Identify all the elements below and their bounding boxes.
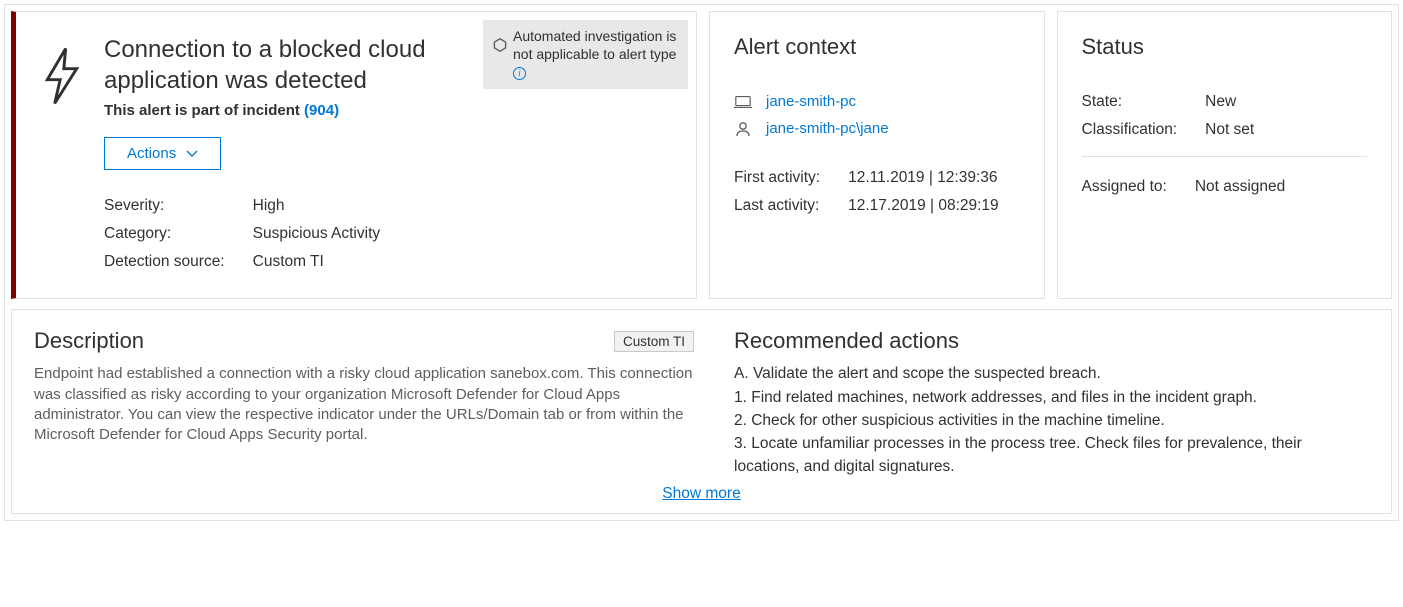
- alert-properties: Severity: High Category: Suspicious Acti…: [104, 192, 380, 276]
- status-assigned-block: Assigned to: Not assigned: [1082, 173, 1286, 201]
- hexagon-icon: [493, 38, 507, 57]
- assigned-label: Assigned to:: [1082, 173, 1195, 201]
- first-activity-value: 12.11.2019 | 12:39:36: [848, 164, 999, 192]
- description-text: Endpoint had established a connection wi…: [34, 364, 694, 445]
- incident-line: This alert is part of incident (904): [104, 102, 672, 119]
- recommended-item: 1. Find related machines, network addres…: [734, 386, 1369, 409]
- recommended-item: 3. Locate unfamiliar processes in the pr…: [734, 432, 1369, 479]
- detection-source-label: Detection source:: [104, 248, 253, 276]
- last-activity-label: Last activity:: [734, 192, 848, 220]
- alert-summary-card: Connection to a blocked cloud applicatio…: [11, 11, 697, 299]
- alert-title: Connection to a blocked cloud applicatio…: [104, 34, 434, 96]
- severity-label: Severity:: [104, 192, 253, 220]
- status-card: Status State: New Classification: Not se…: [1057, 11, 1393, 299]
- chevron-down-icon: [186, 145, 198, 162]
- status-divider: [1082, 156, 1368, 157]
- description-heading: Description: [34, 328, 144, 354]
- category-value: Suspicious Activity: [253, 220, 381, 248]
- ai-banner-text: Automated investigation is not applicabl…: [513, 28, 676, 62]
- category-label: Category:: [104, 220, 253, 248]
- description-recommended-card: Description Custom TI Endpoint had estab…: [11, 309, 1392, 513]
- classification-label: Classification:: [1082, 116, 1206, 144]
- user-icon: [734, 121, 752, 137]
- incident-prefix: This alert is part of incident: [104, 102, 304, 119]
- detection-source-value: Custom TI: [253, 248, 381, 276]
- alert-detail-page: Connection to a blocked cloud applicatio…: [4, 4, 1399, 521]
- state-value: New: [1205, 88, 1254, 116]
- assigned-value: Not assigned: [1195, 173, 1285, 201]
- first-activity-label: First activity:: [734, 164, 848, 192]
- last-activity-value: 12.17.2019 | 08:29:19: [848, 192, 999, 220]
- show-more-link[interactable]: Show more: [34, 479, 1369, 505]
- alert-context-heading: Alert context: [734, 34, 1020, 60]
- incident-link[interactable]: (904): [304, 102, 339, 119]
- description-column: Description Custom TI Endpoint had estab…: [34, 328, 694, 478]
- state-label: State:: [1082, 88, 1206, 116]
- lightning-icon: [40, 34, 88, 276]
- status-state-block: State: New Classification: Not set: [1082, 88, 1255, 144]
- actions-button[interactable]: Actions: [104, 137, 221, 170]
- actions-label: Actions: [127, 145, 176, 162]
- recommended-heading: Recommended actions: [734, 328, 1369, 354]
- context-user-link[interactable]: jane-smith-pc\jane: [766, 120, 889, 137]
- recommended-item: A. Validate the alert and scope the susp…: [734, 362, 1369, 385]
- context-user-row: jane-smith-pc\jane: [734, 115, 1020, 142]
- device-icon: [734, 95, 752, 109]
- recommended-list: A. Validate the alert and scope the susp…: [734, 362, 1369, 478]
- recommended-column: Recommended actions A. Validate the aler…: [734, 328, 1369, 478]
- recommended-item: 2. Check for other suspicious activities…: [734, 409, 1369, 432]
- severity-value: High: [253, 192, 381, 220]
- automated-investigation-banner: Automated investigation is not applicabl…: [483, 20, 688, 89]
- activity-block: First activity: 12.11.2019 | 12:39:36 La…: [734, 164, 999, 220]
- classification-value: Not set: [1205, 116, 1254, 144]
- top-row: Connection to a blocked cloud applicatio…: [11, 11, 1392, 299]
- context-device-row: jane-smith-pc: [734, 88, 1020, 115]
- context-device-link[interactable]: jane-smith-pc: [766, 93, 856, 110]
- alert-context-card: Alert context jane-smith-pc jane-smith-p…: [709, 11, 1045, 299]
- status-heading: Status: [1082, 34, 1368, 60]
- custom-ti-tag: Custom TI: [614, 331, 694, 352]
- info-icon[interactable]: i: [513, 67, 526, 80]
